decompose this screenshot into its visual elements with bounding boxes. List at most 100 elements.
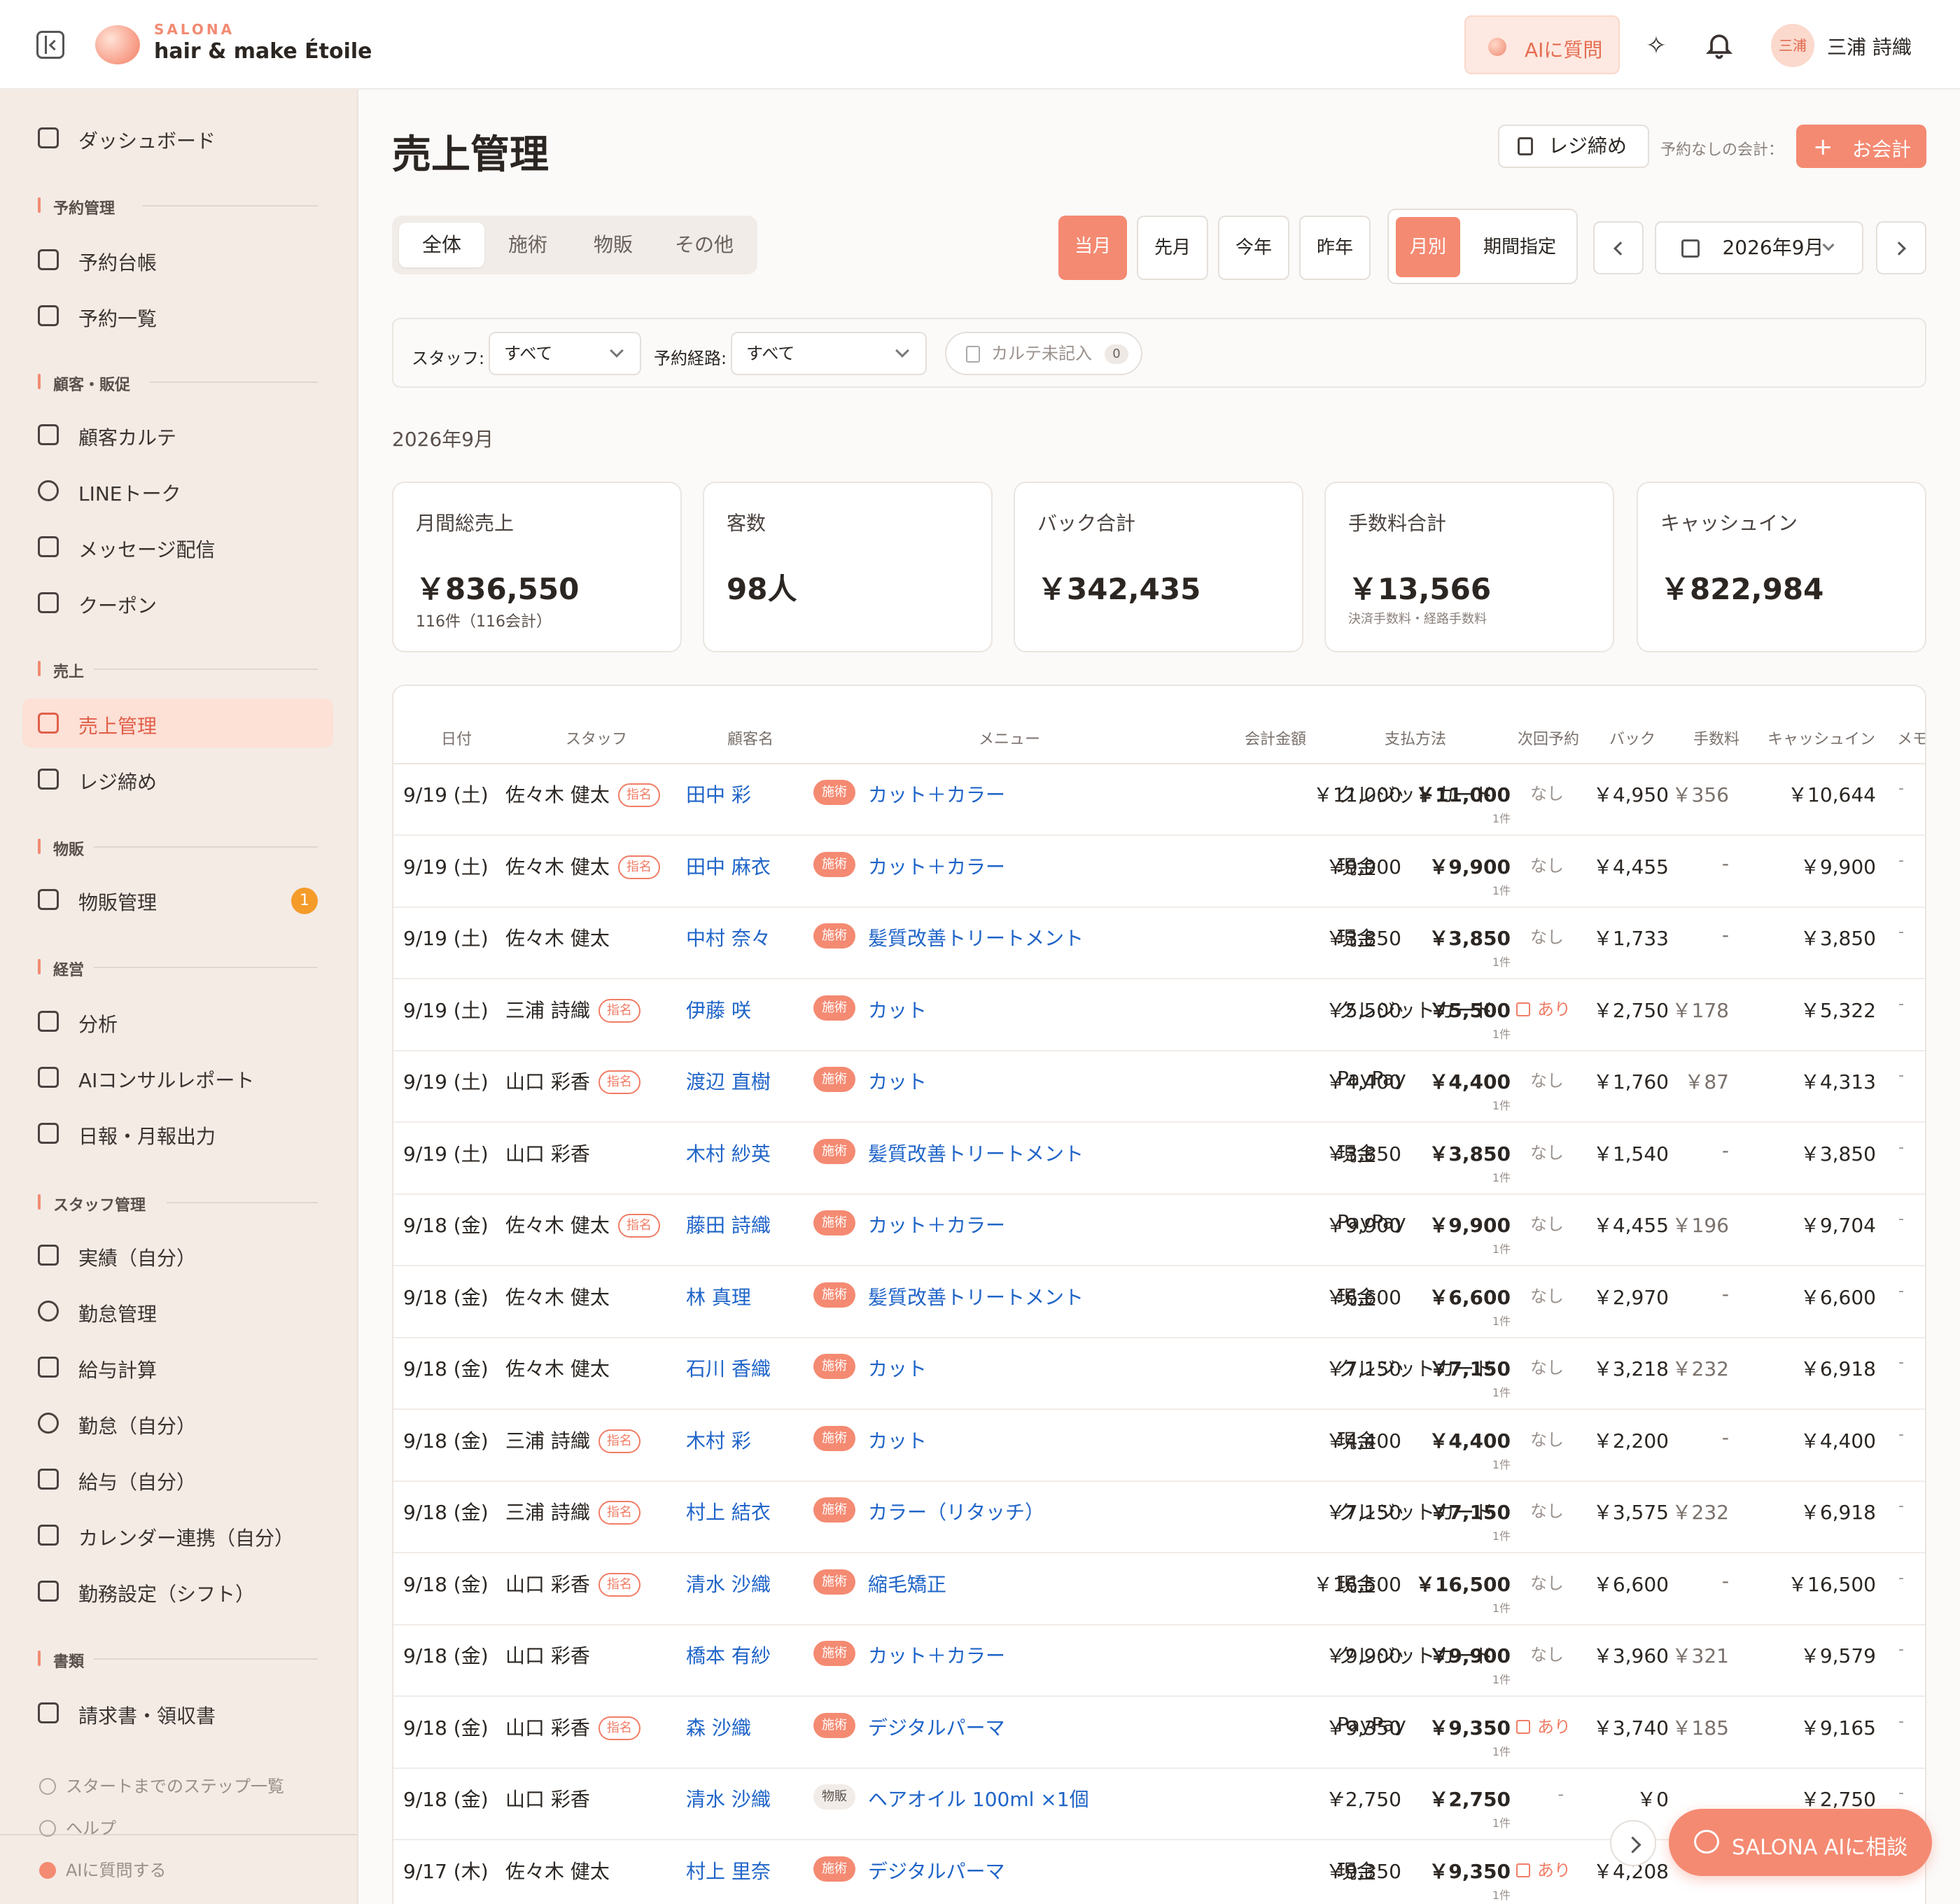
sidebar-item-message[interactable]: メッセージ配信	[22, 522, 333, 571]
cell-customer-link[interactable]: 田中 彩	[686, 780, 751, 808]
cell-menu-link[interactable]: カット	[868, 1067, 927, 1095]
tab-treatment[interactable]: 施術	[486, 223, 570, 267]
period-this-year[interactable]: 今年	[1218, 216, 1289, 280]
cell-menu-link[interactable]: カット＋カラー	[868, 1210, 1005, 1238]
sparkle-icon[interactable]: ✧	[1641, 31, 1672, 62]
sidebar-item-line[interactable]: LINEトーク	[22, 466, 333, 515]
table-row[interactable]: 9/19 (土) 山口 彩香 木村 紗英 施術 髪質改善トリートメント ￥3,850 ￥3,…	[393, 1124, 1925, 1195]
cell-customer-link[interactable]: 木村 紗英	[686, 1139, 771, 1167]
cell-menu-link[interactable]: カット	[868, 1354, 927, 1382]
table-row[interactable]: 9/19 (土) 山口 彩香 指名 渡辺 直樹 施術 カット ￥4,400 ￥4,400 1件 P…	[393, 1051, 1925, 1123]
cell-menu-link[interactable]: カット＋カラー	[868, 780, 1005, 808]
tab-other[interactable]: その他	[657, 223, 752, 267]
ai-question-button[interactable]: AIに質問	[1464, 15, 1620, 74]
cell-menu-link[interactable]: 髪質改善トリートメント	[868, 923, 1084, 951]
table-row[interactable]: 9/18 (金) 佐々木 健太 指名 藤田 詩織 施術 カット＋カラー ￥9,900 ￥9,9…	[393, 1195, 1925, 1266]
sidebar-item-reservation-list[interactable]: 予約一覧	[22, 291, 333, 340]
cell-menu-link[interactable]: カット＋カラー	[868, 1641, 1005, 1669]
cell-menu-link[interactable]: カット＋カラー	[868, 852, 1005, 880]
user-avatar[interactable]: 三浦	[1771, 24, 1814, 67]
user-name[interactable]: 三浦 詩織	[1827, 32, 1912, 60]
cell-customer-link[interactable]: 村上 結衣	[686, 1497, 771, 1525]
sidebar-item-calendar-sync[interactable]: カレンダー連携（自分）	[22, 1511, 333, 1560]
scroll-right-button[interactable]	[1610, 1820, 1656, 1866]
mode-monthly[interactable]: 月別	[1396, 217, 1460, 277]
cell-menu-link[interactable]: デジタルパーマ	[868, 1856, 1004, 1884]
cell-menu-link[interactable]: 縮毛矯正	[868, 1569, 946, 1597]
sidebar-item-shift-setting[interactable]: 勤務設定（シフト）	[22, 1567, 333, 1616]
sidebar-item-payroll[interactable]: 給与計算	[22, 1343, 333, 1392]
sidebar-item-salary-self[interactable]: 給与（自分）	[22, 1455, 333, 1504]
register-close-button[interactable]: レジ締め	[1498, 125, 1649, 168]
table-row[interactable]: 9/19 (土) 佐々木 健太 中村 奈々 施術 髪質改善トリートメント ￥3,850 ￥3…	[393, 908, 1925, 979]
cell-menu-link[interactable]: カット	[868, 1426, 927, 1454]
cell-customer-link[interactable]: 木村 彩	[686, 1426, 751, 1454]
route-filter-select[interactable]: すべて	[731, 332, 927, 375]
salona-ai-chat-button[interactable]: SALONA AIに相談	[1669, 1809, 1932, 1876]
cell-customer-link[interactable]: 中村 奈々	[686, 923, 771, 951]
sidebar-item-ai-report[interactable]: AIコンサルレポート	[22, 1053, 333, 1102]
table-row[interactable]: 9/18 (金) 佐々木 健太 石川 香織 施術 カット ￥7,150 ￥7,150 1件 クレ…	[393, 1338, 1925, 1410]
sidebar-item-attendance-self[interactable]: 勤怠（自分）	[22, 1399, 333, 1448]
cell-menu-link[interactable]: カラー（リタッチ）	[868, 1497, 1044, 1525]
sidebar-steps-link[interactable]: スタートまでのステップ一覧	[39, 1772, 284, 1797]
cell-customer-link[interactable]: 渡辺 直樹	[686, 1067, 771, 1095]
cell-customer-link[interactable]: 清水 沙織	[686, 1784, 771, 1812]
sidebar-item-performance[interactable]: 実績（自分）	[22, 1231, 333, 1280]
cell-total: ￥6,600	[1429, 1285, 1511, 1309]
sidebar-help-link[interactable]: ヘルプ	[39, 1814, 116, 1839]
cell-customer-link[interactable]: 藤田 詩織	[686, 1210, 771, 1238]
sidebar-item-dashboard[interactable]: ダッシュボード	[22, 113, 333, 162]
table-row[interactable]: 9/18 (金) 山口 彩香 橋本 有紗 施術 カット＋カラー ￥9,900 ￥9,900 1…	[393, 1625, 1925, 1697]
table-row[interactable]: 9/18 (金) 三浦 詩織 指名 村上 結衣 施術 カラー（リタッチ） ￥7,150 ￥7,…	[393, 1482, 1925, 1553]
cell-customer-link[interactable]: 清水 沙織	[686, 1569, 771, 1597]
period-last-month[interactable]: 先月	[1137, 216, 1208, 280]
bell-icon[interactable]	[1704, 29, 1735, 60]
sidebar-item-analysis[interactable]: 分析	[22, 997, 333, 1046]
cell-customer-link[interactable]: 石川 香織	[686, 1354, 771, 1382]
sidebar-item-coupon[interactable]: クーポン	[22, 578, 333, 627]
table-row[interactable]: 9/18 (金) 佐々木 健太 林 真理 施術 髪質改善トリートメント ￥6,600 ￥6,…	[393, 1267, 1925, 1338]
month-select[interactable]: 2026年9月	[1655, 221, 1863, 274]
cell-customer-link[interactable]: 田中 麻衣	[686, 852, 771, 880]
cell-menu-link[interactable]: 髪質改善トリートメント	[868, 1139, 1084, 1167]
sidebar-ask-ai-link[interactable]: AIに質問する	[39, 1856, 167, 1881]
cell-menu-link[interactable]: デジタルパーマ	[868, 1713, 1004, 1741]
sidebar-toggle-icon[interactable]	[36, 31, 64, 59]
table-row[interactable]: 9/19 (土) 佐々木 健太 指名 田中 麻衣 施術 カット＋カラー ￥9,900 ￥9,9…	[393, 836, 1925, 908]
next-month-button[interactable]	[1876, 221, 1926, 274]
table-row[interactable]: 9/19 (土) 三浦 詩織 指名 伊藤 咲施術 カット ￥5,500 ￥5,500 1件 クレ…	[393, 980, 1925, 1051]
tab-goods[interactable]: 物販	[571, 223, 655, 267]
sidebar-item-reservation-book[interactable]: 予約台帳	[22, 235, 333, 284]
cell-fee: -	[1721, 923, 1729, 946]
sidebar-item-register-close[interactable]: レジ締め	[22, 755, 333, 804]
period-this-month[interactable]: 当月	[1058, 216, 1127, 280]
cell-menu-link[interactable]: ヘアオイル 100ml ×1個	[868, 1784, 1089, 1812]
karte-unfilled-chip[interactable]: カルテ未記入 0	[945, 332, 1142, 375]
sidebar-item-invoice[interactable]: 請求書・領収書	[22, 1688, 333, 1737]
cell-next-reservation: なし	[1530, 784, 1564, 804]
table-row[interactable]: 9/18 (金) 山口 彩香 指名 清水 沙織 施術 縮毛矯正 ￥16,500 ￥16,500…	[393, 1554, 1925, 1625]
cell-customer-link[interactable]: 橋本 有紗	[686, 1641, 771, 1669]
cell-cashin: ￥9,165	[1800, 1716, 1876, 1740]
cell-customer-link[interactable]: 林 真理	[686, 1282, 751, 1310]
staff-filter-select[interactable]: すべて	[489, 332, 641, 375]
cell-customer-link[interactable]: 村上 里奈	[686, 1856, 771, 1884]
tab-all[interactable]: 全体	[399, 223, 484, 267]
cell-customer-link[interactable]: 伊藤 咲	[686, 995, 751, 1023]
period-last-year[interactable]: 昨年	[1299, 216, 1371, 280]
cell-customer-link[interactable]: 森 沙織	[686, 1713, 751, 1741]
sidebar-item-attendance-management[interactable]: 勤怠管理	[22, 1287, 333, 1336]
sidebar-item-sales-management[interactable]: 売上管理	[22, 699, 333, 748]
prev-month-button[interactable]	[1593, 221, 1644, 274]
mode-range[interactable]: 期間指定	[1467, 217, 1572, 277]
table-row[interactable]: 9/18 (金) 山口 彩香 指名森 沙織 施術 デジタルパーマ ￥9,350 ￥9,350…	[393, 1698, 1925, 1769]
sidebar-item-karte[interactable]: 顧客カルテ	[22, 410, 333, 459]
table-row[interactable]: 9/18 (金) 三浦 詩織 指名 木村 彩 施術 カット ￥4,400 ￥4,400 1件 現金…	[393, 1410, 1925, 1482]
checkout-button[interactable]: + お会計	[1796, 125, 1926, 168]
cell-menu-link[interactable]: カット	[868, 995, 927, 1023]
table-row[interactable]: 9/19 (土) 佐々木 健太 指名 田中 彩施術 カット＋カラー ￥11,000 ￥11,…	[393, 764, 1925, 836]
sidebar-item-goods-management[interactable]: 物販管理 1	[22, 875, 333, 924]
sidebar-item-daily-report[interactable]: 日報・月報出力	[22, 1109, 333, 1158]
cell-menu-link[interactable]: 髪質改善トリートメント	[868, 1282, 1084, 1310]
